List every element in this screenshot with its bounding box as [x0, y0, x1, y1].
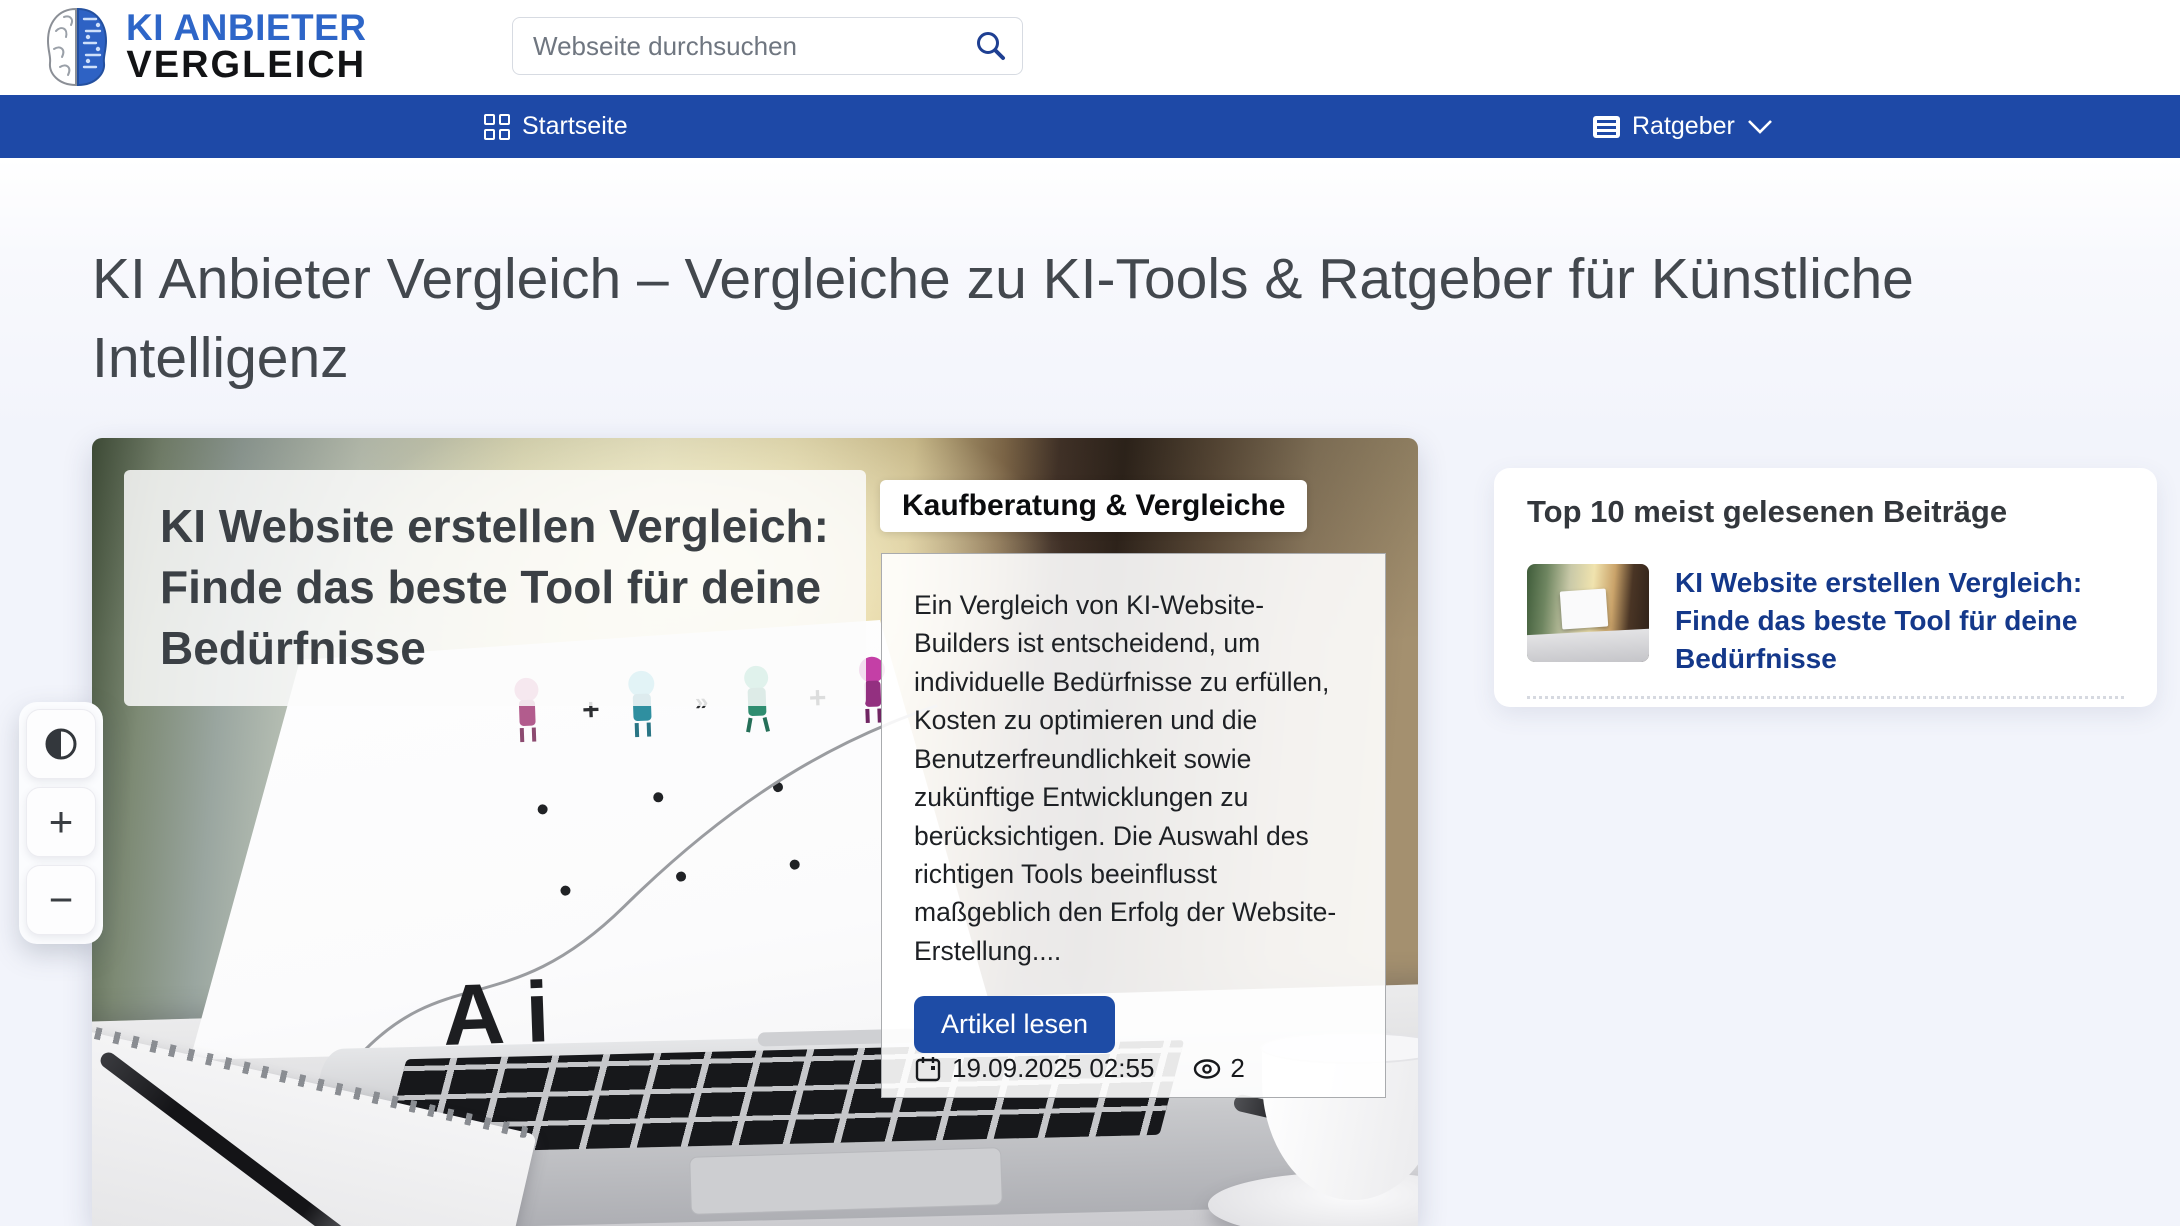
article-excerpt: Ein Vergleich von KI-Website-Builders is… [914, 586, 1353, 970]
search-icon [974, 29, 1008, 63]
featured-article-title[interactable]: KI Website erstellen Vergleich: Finde da… [124, 470, 866, 706]
eye-icon [1192, 1058, 1222, 1080]
chevron-down-icon [1747, 119, 1773, 135]
accessibility-widget: + − [19, 702, 103, 944]
page-title: KI Anbieter Vergleich – Vergleiche zu KI… [92, 240, 2112, 397]
logo-text: KI ANBIETER VERGLEICH [126, 9, 367, 85]
site-logo[interactable]: KI ANBIETER VERGLEICH [44, 5, 367, 89]
site-header: KI ANBIETER VERGLEICH [0, 0, 2180, 95]
calendar-icon [914, 1055, 942, 1083]
nav-item-startseite[interactable]: Startseite [484, 95, 628, 158]
font-decrease-button[interactable]: − [26, 865, 96, 935]
contrast-toggle-button[interactable] [26, 709, 96, 779]
read-article-button[interactable]: Artikel lesen [914, 996, 1115, 1053]
site-search [512, 17, 1023, 75]
search-button[interactable] [960, 18, 1022, 74]
main-nav: Startseite Ratgeber [0, 95, 2180, 158]
view-count: 2 [1192, 1053, 1244, 1084]
logo-line-1: KI ANBIETER [126, 9, 367, 47]
list-separator [1527, 696, 2124, 699]
page: KI ANBIETER VERGLEICH Startseite Ratgebe… [0, 0, 2180, 1226]
logo-line-2: VERGLEICH [126, 46, 367, 85]
home-grid-icon [484, 114, 510, 140]
nav-ratgeber-label: Ratgeber [1632, 112, 1735, 141]
article-meta: 19.09.2025 02:55 2 [914, 1053, 1353, 1084]
nav-startseite-label: Startseite [522, 112, 628, 141]
article-excerpt-card: Ein Vergleich von KI-Website-Builders is… [881, 553, 1386, 1098]
screen-trend-line [348, 706, 949, 1056]
category-badge[interactable]: Kaufberatung & Vergleiche [880, 480, 1307, 532]
screen-dots [537, 781, 801, 896]
article-list-icon [1593, 116, 1620, 138]
nav-item-ratgeber[interactable]: Ratgeber [1593, 95, 1773, 158]
featured-article-card[interactable]: + » + A i [92, 438, 1418, 1226]
laptop-trackpad [689, 1147, 1003, 1215]
top-posts-heading: Top 10 meist gelesenen Beiträge [1527, 494, 2007, 530]
view-count-value: 2 [1230, 1053, 1244, 1084]
font-increase-button[interactable]: + [26, 787, 96, 857]
top-post-thumbnail[interactable] [1527, 564, 1649, 662]
search-input[interactable] [513, 18, 960, 74]
top-posts-widget: Top 10 meist gelesenen Beiträge KI Websi… [1494, 468, 2157, 707]
top-post-link[interactable]: KI Website erstellen Vergleich: Finde da… [1675, 564, 2129, 678]
brain-logo-icon [44, 5, 110, 89]
contrast-icon [42, 725, 80, 763]
publish-date: 19.09.2025 02:55 [952, 1053, 1154, 1084]
main-content: KI Anbieter Vergleich – Vergleiche zu KI… [0, 158, 2180, 1226]
top-post-item[interactable]: KI Website erstellen Vergleich: Finde da… [1527, 564, 2129, 678]
